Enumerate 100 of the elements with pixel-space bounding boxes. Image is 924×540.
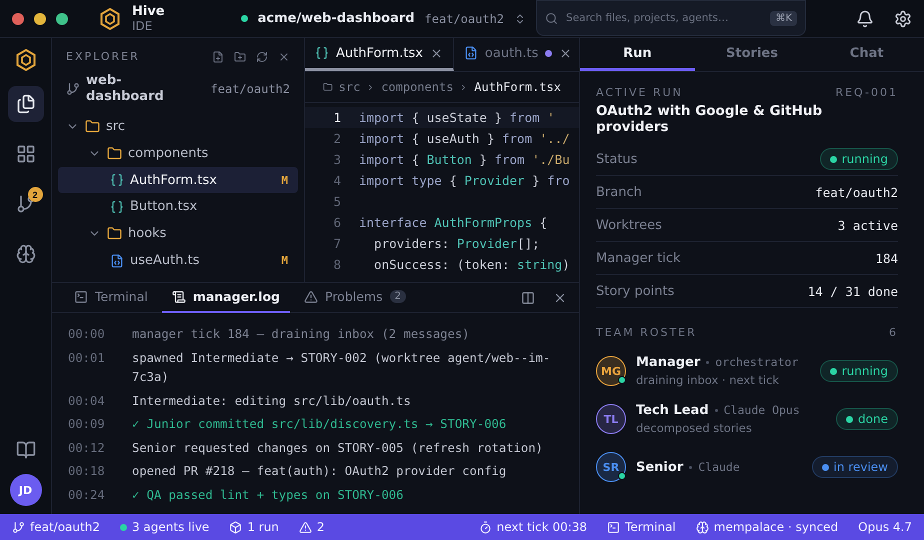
git-branch-icon: [66, 82, 80, 96]
tick-timer[interactable]: next tick 00:38: [478, 520, 588, 534]
app-subtitle: IDE: [132, 20, 154, 32]
hexagon-logo-icon: [14, 48, 38, 72]
file-name: components: [128, 146, 208, 161]
minimize-window-button[interactable]: [34, 12, 46, 24]
git-status: M: [281, 254, 288, 268]
app-name: Hive: [132, 5, 165, 18]
branch-name: feat/oauth2: [210, 82, 290, 96]
run-id: REQ-001: [835, 86, 898, 99]
log-message: Intermediate: editing src/lib/oauth.ts: [132, 392, 412, 410]
folder-item[interactable]: hooks: [58, 220, 298, 248]
braces-icon: [110, 173, 124, 188]
new-file-icon[interactable]: [212, 50, 224, 62]
log-message: opened PR #218 — feat(auth): OAuth2 provider config: [132, 463, 508, 480]
folder-icon: [107, 146, 122, 161]
scroll-icon: [172, 290, 186, 304]
log-time: 00:12: [68, 440, 106, 456]
terminal-status[interactable]: Terminal: [607, 520, 676, 534]
runs-status[interactable]: 1 run: [229, 520, 279, 534]
property-label: Story points: [596, 284, 674, 298]
section-label: ACTIVE RUN: [596, 86, 683, 99]
code-line: providers: Provider[];: [373, 236, 540, 251]
cube-icon: [229, 520, 242, 534]
notifications-icon[interactable]: [856, 10, 874, 28]
code-file-icon: [464, 46, 478, 60]
new-folder-icon[interactable]: [234, 50, 246, 62]
settings-icon[interactable]: [894, 10, 912, 28]
separator-dot: [689, 466, 692, 468]
file-name: Button.tsx: [130, 199, 198, 214]
live-dot: [120, 524, 127, 530]
panel-tab[interactable]: Stories: [694, 38, 810, 71]
member-role: orchestrator: [715, 355, 798, 369]
panel-tab[interactable]: Run: [580, 38, 695, 71]
panel-tab[interactable]: Problems 2: [294, 282, 416, 312]
status-badge: running: [820, 360, 898, 382]
warning-icon: [304, 290, 318, 304]
terminal-icon: [74, 290, 88, 304]
file-item[interactable]: Button.tsx: [58, 193, 298, 220]
breadcrumb[interactable]: src: [338, 80, 360, 94]
log-time: 00:24: [68, 486, 106, 504]
breadcrumb[interactable]: components: [381, 80, 454, 94]
warnings-status[interactable]: 2: [298, 520, 325, 534]
property-value: 184: [875, 250, 898, 266]
status-badge: done: [836, 408, 898, 430]
book-icon[interactable]: [16, 440, 36, 460]
warning-icon: [298, 520, 312, 534]
separator-dot: [714, 409, 718, 412]
split-panel-icon[interactable]: [521, 290, 535, 304]
refresh-icon[interactable]: [256, 50, 268, 62]
maximize-window-button[interactable]: [56, 12, 68, 24]
panel-tab[interactable]: manager.log: [162, 282, 290, 312]
file-item[interactable]: AuthForm.tsx M: [58, 166, 298, 194]
close-icon[interactable]: [278, 50, 290, 62]
log-message: ✓ Junior committed src/lib/discovery.ts → STORY-006: [132, 416, 508, 433]
status-badge: running: [820, 148, 898, 170]
log-time: 00:01: [68, 350, 106, 366]
git-branch-icon: [12, 520, 25, 534]
search-field[interactable]: Search files, projects, agents…: [564, 11, 764, 25]
activity-button[interactable]: 2: [8, 186, 44, 222]
folder-item[interactable]: src: [58, 113, 298, 140]
close-window-button[interactable]: [12, 12, 24, 24]
editor-tab[interactable]: AuthForm.tsx: [305, 38, 454, 71]
log-message: ✓ QA passed lint + types on STORY-006: [132, 486, 404, 504]
member-activity: draining inbox · next tick: [636, 373, 780, 387]
line-number: 3: [332, 152, 342, 167]
member-avatar: MG: [596, 356, 626, 386]
model-status[interactable]: Opus 4.7: [858, 520, 912, 534]
branch-name: feat/oauth2: [424, 12, 504, 26]
panel-tab[interactable]: Terminal: [64, 282, 158, 312]
files-icon: [16, 94, 36, 114]
close-icon[interactable]: [430, 46, 443, 60]
memory-status[interactable]: mempalace · synced: [696, 520, 838, 534]
branch-status[interactable]: feat/oauth2: [12, 520, 100, 534]
folder-item[interactable]: components: [58, 140, 298, 167]
property-label: Worktrees: [596, 218, 662, 232]
breadcrumb[interactable]: AuthForm.tsx: [474, 80, 561, 94]
timer-icon: [478, 520, 492, 534]
member-activity: decomposed stories: [636, 421, 753, 435]
file-item[interactable]: useAuth.ts M: [58, 247, 298, 274]
shortcut-hint: ⌘K: [770, 10, 798, 26]
repo-status-dot: [240, 15, 248, 22]
panel-tab[interactable]: Chat: [809, 38, 924, 71]
close-icon[interactable]: [559, 46, 572, 60]
line-number: 2: [332, 131, 342, 146]
search-box[interactable]: Search files, projects, agents… ⌘K: [536, 0, 806, 36]
braces-icon: [315, 46, 329, 60]
line-number: 8: [332, 257, 342, 272]
user-avatar[interactable]: JD: [10, 474, 42, 506]
agents-status[interactable]: 3 agents live: [120, 520, 210, 534]
member-role: Claude Opus: [724, 403, 800, 417]
activity-button[interactable]: [8, 86, 44, 122]
line-number: 5: [332, 194, 342, 209]
code-line: import { useAuth } from '../: [359, 131, 570, 146]
log-time: 00:04: [68, 392, 106, 410]
braces-icon: [110, 200, 124, 214]
code-line: interface AuthFormProps {: [359, 215, 548, 230]
member-name: Senior: [636, 460, 684, 474]
code-line: import type { Provider } fro: [359, 173, 570, 188]
file-name: hooks: [128, 226, 166, 242]
